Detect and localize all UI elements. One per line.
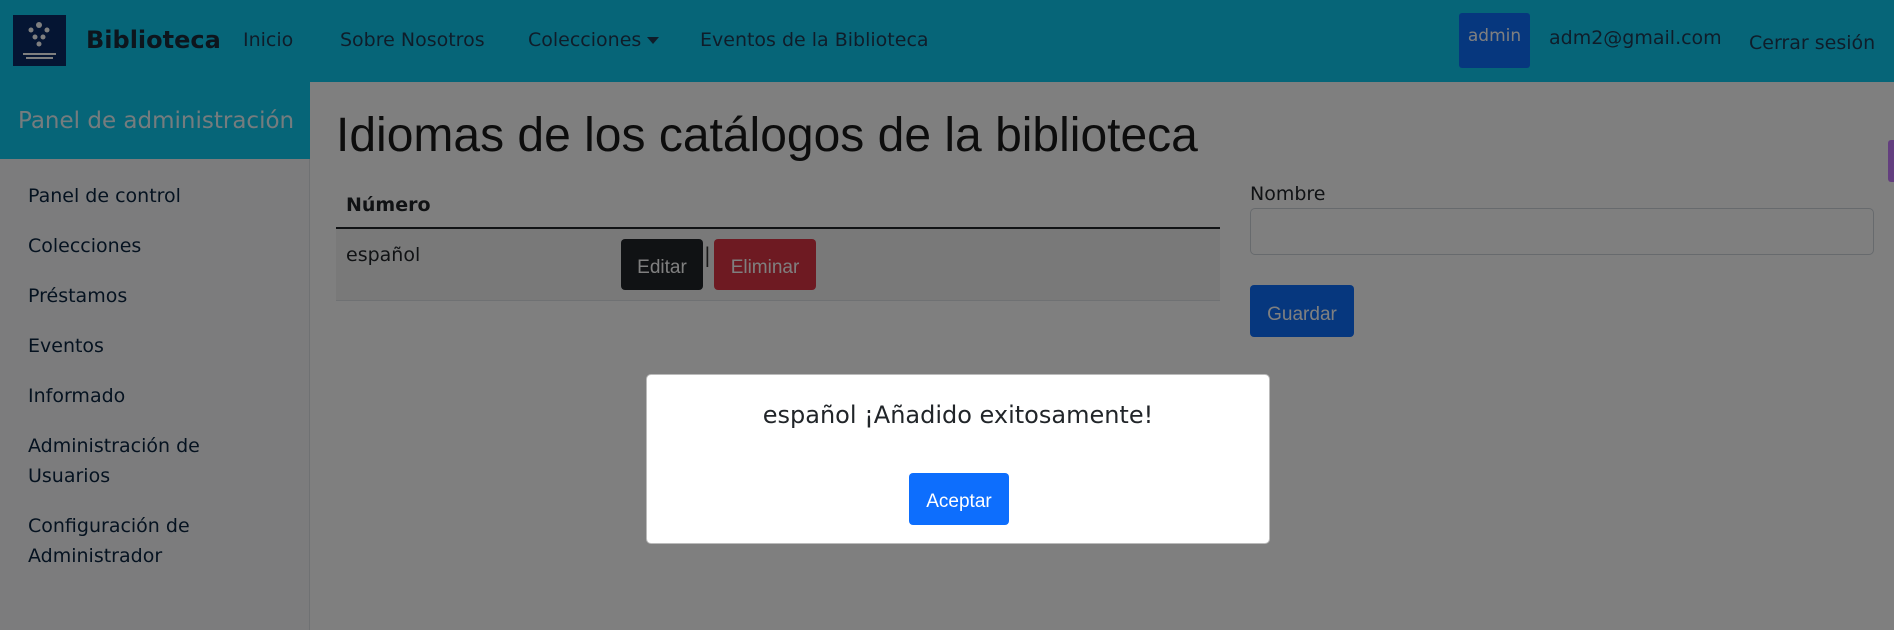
- success-message: español ¡Añadido exitosamente!: [762, 401, 1154, 429]
- success-dialog: español ¡Añadido exitosamente! Aceptar: [646, 374, 1270, 544]
- accept-button[interactable]: Aceptar: [909, 473, 1009, 525]
